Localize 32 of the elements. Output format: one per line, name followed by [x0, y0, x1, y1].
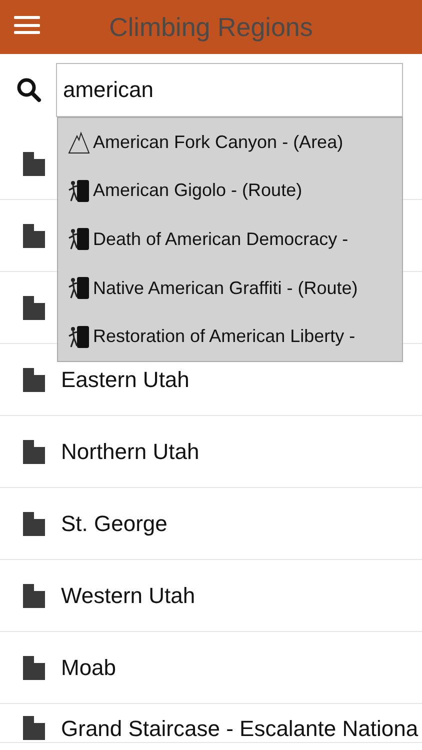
region-name: Moab [61, 654, 116, 680]
region-row[interactable]: Grand Staircase - Escalante Nationa [0, 704, 422, 743]
region-row[interactable]: Northern Utah [0, 416, 422, 488]
region-name: Grand Staircase - Escalante Nationa [61, 716, 418, 742]
folder-icon [23, 224, 45, 248]
folder-icon [23, 512, 45, 536]
folder-icon [23, 656, 45, 680]
region-name: St. George [61, 510, 168, 536]
screen-title: Climbing Regions [109, 12, 313, 42]
suggestion-item[interactable]: Native American Graffiti - (Route) [58, 264, 402, 312]
folder-icon [23, 152, 45, 176]
suggestion-item[interactable]: American Gigolo - (Route) [58, 166, 402, 216]
folder-icon [23, 584, 45, 608]
region-row[interactable]: St. George [0, 488, 422, 560]
suggestion-item[interactable]: Death of American Democracy - [58, 215, 402, 264]
region-name: Eastern Utah [61, 366, 190, 392]
folder-icon [23, 368, 45, 392]
suggestion-item[interactable]: American Fork Canyon - (Area) [58, 118, 402, 167]
climber-icon [68, 324, 90, 349]
climber-icon [68, 178, 90, 203]
region-row[interactable]: Moab [0, 632, 422, 704]
folder-icon [23, 716, 45, 740]
region-name: Western Utah [61, 582, 196, 608]
search-icon[interactable] [16, 77, 42, 103]
folder-icon [23, 440, 45, 464]
folder-icon [23, 296, 45, 320]
search-field[interactable]: american [56, 63, 403, 117]
region-name: Northern Utah [61, 438, 200, 464]
climber-icon [68, 276, 90, 300]
mountain-icon [68, 130, 90, 154]
region-row[interactable]: Western Utah [0, 560, 422, 632]
climber-icon [68, 227, 90, 252]
